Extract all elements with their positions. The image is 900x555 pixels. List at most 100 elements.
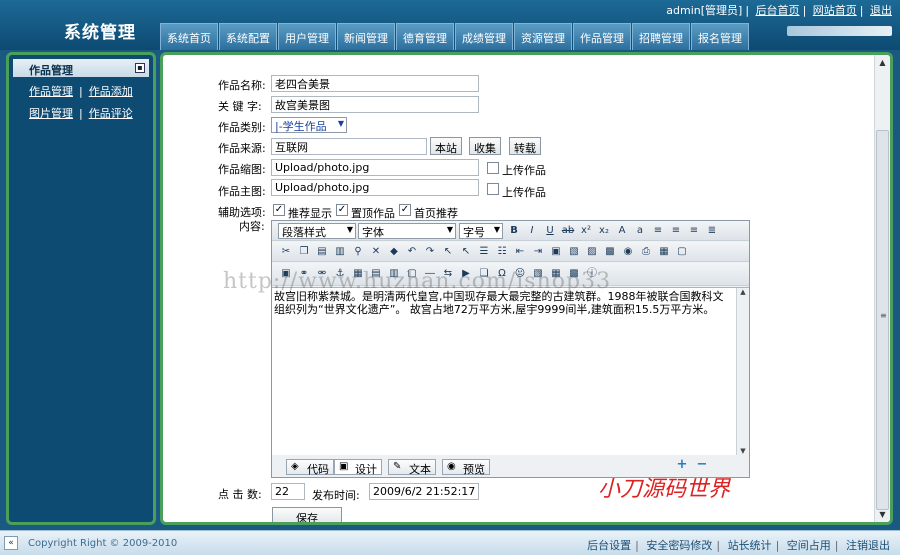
indent-icon[interactable]: ⇥: [530, 244, 546, 260]
source-site-button[interactable]: 本站: [430, 137, 462, 155]
delete-icon[interactable]: ✕: [368, 244, 384, 260]
editor-content-area[interactable]: 故宫旧称紫禁城。是明清两代皇宫,中国现存最大最完整的古建筑群。1988年被联合国…: [272, 287, 749, 455]
scroll-down-icon[interactable]: ▼: [737, 447, 749, 455]
smiley-icon[interactable]: ☺: [512, 266, 528, 282]
save-icon[interactable]: ▦: [656, 244, 672, 260]
unlink-icon[interactable]: ⚮: [314, 266, 330, 282]
paste-text-icon[interactable]: ▥: [332, 244, 348, 260]
align-right-icon[interactable]: ≡: [686, 223, 702, 239]
grid-icon[interactable]: ▦: [548, 266, 564, 282]
select-icon[interactable]: ↖: [440, 244, 456, 260]
paste-icon[interactable]: ▤: [314, 244, 330, 260]
hits-input[interactable]: [271, 483, 305, 500]
thumb-input[interactable]: [271, 159, 479, 176]
editor-scrollbar[interactable]: ▲ ▼: [736, 288, 749, 455]
font-select[interactable]: 字体 ▼: [358, 223, 456, 239]
source-collect-button[interactable]: 收集: [469, 137, 501, 155]
tab-enrollment[interactable]: 报名管理: [691, 23, 749, 50]
footer-link-stats[interactable]: 站长统计: [728, 539, 772, 552]
special-char-icon[interactable]: Ω: [494, 266, 510, 282]
collapse-icon[interactable]: ▪: [135, 63, 145, 73]
undo-icon[interactable]: ↶: [404, 244, 420, 260]
mode-code-button[interactable]: ◈ 代码: [286, 459, 334, 476]
align-left-icon[interactable]: ≡: [650, 223, 666, 239]
sidebar-item-works-add[interactable]: 作品添加: [89, 85, 133, 98]
sidebar-item-works-manage[interactable]: 作品管理: [29, 85, 73, 98]
align-justify-icon[interactable]: ≣: [704, 223, 720, 239]
clear-format-icon[interactable]: ◆: [386, 244, 402, 260]
main-scrollbar[interactable]: ▲ ≡ ▼: [874, 55, 890, 522]
underline-icon[interactable]: U: [542, 223, 558, 239]
tab-users[interactable]: 用户管理: [278, 23, 336, 50]
media-icon[interactable]: ▶: [458, 266, 474, 282]
redo-icon[interactable]: ↷: [422, 244, 438, 260]
flash-icon[interactable]: ▩: [602, 244, 618, 260]
footer-link-password[interactable]: 安全密码修改: [646, 539, 712, 552]
option-recommend-checkbox[interactable]: ✓: [273, 204, 285, 216]
italic-icon[interactable]: I: [524, 223, 540, 239]
footer-link-logout[interactable]: 注销退出: [846, 539, 890, 552]
outdent-icon[interactable]: ⇤: [512, 244, 528, 260]
name-input[interactable]: [271, 75, 479, 92]
cell-icon[interactable]: ▢: [404, 266, 420, 282]
copy-icon[interactable]: ❐: [296, 244, 312, 260]
fullscreen-icon[interactable]: ▢: [674, 244, 690, 260]
cut-icon[interactable]: ✂: [278, 244, 294, 260]
publish-time-input[interactable]: [369, 483, 479, 500]
font-grow-icon[interactable]: A: [614, 223, 630, 239]
mode-design-button[interactable]: ▣ 设计: [334, 459, 382, 476]
tab-news[interactable]: 新闻管理: [337, 23, 395, 50]
mode-text-button[interactable]: ✎ 文本: [388, 459, 436, 476]
link-icon[interactable]: ⚭: [296, 266, 312, 282]
strikethrough-icon[interactable]: ab: [560, 223, 576, 239]
shrink-editor-icon[interactable]: −: [696, 458, 708, 471]
text-color-icon[interactable]: ▣: [548, 244, 564, 260]
scroll-thumb[interactable]: ≡: [876, 130, 889, 510]
file-icon[interactable]: ❏: [476, 266, 492, 282]
paragraph-style-select[interactable]: 段落样式 ▼: [278, 223, 356, 239]
source-repost-button[interactable]: 转载: [509, 137, 541, 155]
tab-recruitment[interactable]: 招聘管理: [632, 23, 690, 50]
borders-icon[interactable]: ▩: [566, 266, 582, 282]
tab-system-home[interactable]: 系统首页: [160, 23, 218, 50]
align-center-icon[interactable]: ≡: [668, 223, 684, 239]
row-icon[interactable]: ▤: [368, 266, 384, 282]
source-input[interactable]: [271, 138, 427, 155]
mode-preview-button[interactable]: ◉ 预览: [442, 459, 490, 476]
image-icon[interactable]: ▨: [584, 244, 600, 260]
keyword-input[interactable]: [271, 96, 479, 113]
sidebar-item-works-comments[interactable]: 作品评论: [89, 107, 133, 120]
subscript-icon[interactable]: x₂: [596, 223, 612, 239]
enlarge-editor-icon[interactable]: +: [676, 458, 688, 471]
hr-icon[interactable]: ―: [422, 266, 438, 282]
logout-link[interactable]: 退出: [870, 4, 892, 17]
font-size-select[interactable]: 字号 ▼: [459, 223, 503, 239]
thumb-upload-checkbox[interactable]: [487, 162, 499, 174]
scroll-down-icon[interactable]: ▼: [875, 507, 890, 522]
footer-link-settings[interactable]: 后台设置: [587, 539, 631, 552]
sidebar-item-image-manage[interactable]: 图片管理: [29, 107, 73, 120]
option-homepage-checkbox[interactable]: ✓: [399, 204, 411, 216]
bg-color-icon[interactable]: ▧: [566, 244, 582, 260]
option-pin-checkbox[interactable]: ✓: [336, 204, 348, 216]
collapse-sidebar-icon[interactable]: «: [4, 536, 18, 550]
ordered-list-icon[interactable]: ☰: [476, 244, 492, 260]
category-select[interactable]: |-学生作品 ▼: [271, 117, 347, 133]
tab-resources[interactable]: 资源管理: [514, 23, 572, 50]
bold-icon[interactable]: B: [506, 223, 522, 239]
save-button[interactable]: 保存: [272, 507, 342, 522]
footer-link-space[interactable]: 空间占用: [787, 539, 831, 552]
admin-home-link[interactable]: 后台首页: [756, 4, 800, 17]
marquee-icon[interactable]: ⇆: [440, 266, 456, 282]
find-icon[interactable]: ⚲: [350, 244, 366, 260]
print-icon[interactable]: ⎙: [638, 244, 654, 260]
column-icon[interactable]: ▥: [386, 266, 402, 282]
tab-system-config[interactable]: 系统配置: [219, 23, 277, 50]
form-icon[interactable]: ▣: [278, 266, 294, 282]
superscript-icon[interactable]: x²: [578, 223, 594, 239]
main-upload-checkbox[interactable]: [487, 183, 499, 195]
tab-grades[interactable]: 成绩管理: [455, 23, 513, 50]
tab-works[interactable]: 作品管理: [573, 23, 631, 50]
globe-icon[interactable]: ◉: [620, 244, 636, 260]
date-icon[interactable]: ▧: [530, 266, 546, 282]
